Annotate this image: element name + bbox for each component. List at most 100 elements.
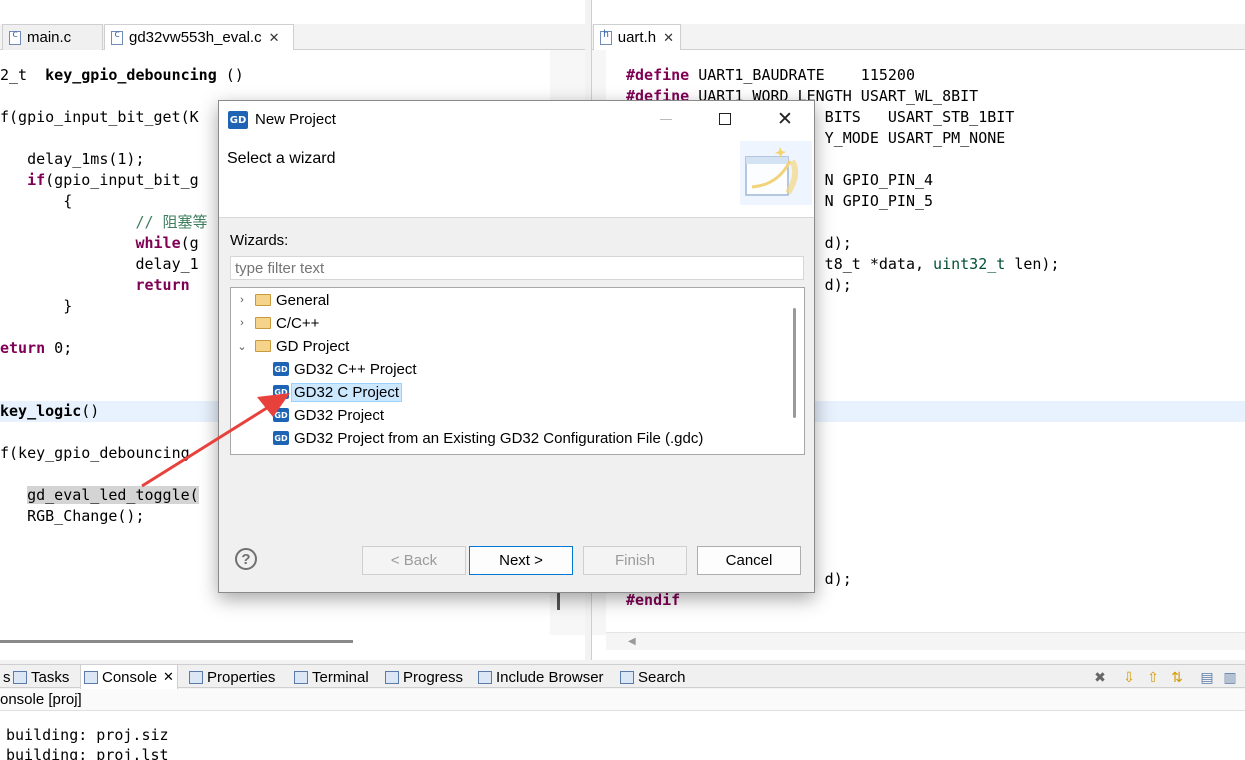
code-line: 2_t key_gpio_debouncing () — [0, 66, 244, 84]
tab-progress[interactable]: Progress — [382, 665, 466, 689]
properties-icon — [189, 670, 203, 684]
dialog-title: New Project — [255, 111, 336, 128]
tree-item-label: GD32 Project from an Existing GD32 Confi… — [294, 429, 704, 447]
tasks-icon — [13, 670, 27, 684]
search-icon — [620, 670, 634, 684]
tab-terminal[interactable]: Terminal — [291, 665, 372, 689]
tab-label: Console — [102, 668, 158, 686]
c-file-icon — [9, 29, 21, 45]
tab-properties[interactable]: Properties — [186, 665, 278, 689]
code-line: #endif — [626, 591, 681, 609]
tab-label: Terminal — [312, 668, 369, 686]
tree-item[interactable]: GD GD32 C++ Project — [273, 358, 417, 380]
left-scroll-thumb[interactable] — [557, 592, 560, 610]
console-title: onsole [proj] — [0, 689, 1245, 711]
console-output[interactable]: building: proj.siz building: proj.lst — [0, 711, 1245, 760]
finish-button[interactable]: Finish — [583, 546, 687, 575]
back-button[interactable]: < Back — [362, 546, 466, 575]
dialog-header-title: Select a wizard — [227, 150, 336, 167]
new-wizard-icon — [740, 141, 812, 205]
left-editor-tabbar: main.c gd32vw553h_eval.c ✕ — [0, 24, 585, 50]
tab-include-browser[interactable]: Include Browser — [475, 665, 607, 689]
code-line: key_logic() — [0, 402, 100, 420]
new-project-dialog: GD New Project ✕ Select a wizard Wizards… — [218, 100, 815, 593]
expand-right-icon[interactable]: › — [237, 317, 247, 329]
scroll-lock-icon[interactable]: ⇅ — [1169, 669, 1185, 685]
include-browser-icon — [478, 670, 492, 684]
gd-logo-icon: GD — [273, 362, 289, 376]
close-tab-icon[interactable]: ✕ — [269, 30, 280, 46]
maximize-icon[interactable] — [719, 113, 731, 125]
code-line: f(gpio_input_bit_get(K — [0, 108, 199, 126]
close-tab-icon[interactable]: ✕ — [163, 669, 174, 685]
tab-label: Include Browser — [496, 668, 604, 686]
folder-icon — [255, 340, 271, 352]
tab-uart-h[interactable]: uart.h ✕ — [593, 24, 681, 50]
expand-down-icon[interactable]: ⌄ — [237, 340, 247, 353]
tab-label: Search — [638, 668, 686, 686]
gd-logo-icon: GD — [273, 431, 289, 445]
h-file-icon — [600, 29, 612, 45]
tree-item-label: GD32 C Project — [291, 382, 403, 402]
close-tab-icon[interactable]: ✕ — [663, 30, 674, 46]
tab-search[interactable]: Search — [617, 665, 689, 689]
tree-item[interactable]: ⌄ GD Project — [237, 335, 349, 357]
tree-item[interactable]: › C/C++ — [237, 312, 319, 334]
code-line: delay_1 — [0, 255, 199, 273]
close-icon[interactable]: ✕ — [777, 108, 793, 131]
terminal-icon — [294, 670, 308, 684]
wizard-tree[interactable]: › General › C/C++ ⌄ GD Project GD GD32 C++ Proj… — [230, 287, 805, 455]
dialog-header: Select a wizard — [219, 139, 814, 218]
progress-icon — [385, 670, 399, 684]
tree-item-label: GD32 C++ Project — [294, 360, 417, 378]
gd-logo-icon: GD — [273, 385, 289, 399]
next-button[interactable]: Next > — [469, 546, 573, 575]
display-console-icon[interactable]: ▥ — [1222, 669, 1238, 685]
right-scrollbar-h[interactable] — [606, 632, 1245, 650]
cancel-button[interactable]: Cancel — [697, 546, 801, 575]
code-line: #define UART1_BAUDRATE 115200 — [626, 66, 915, 84]
code-line: delay_1ms(1); — [0, 150, 145, 168]
tree-item[interactable]: GD GD32 Project from an Existing GD32 Con… — [273, 427, 703, 449]
scroll-up-icon[interactable]: ⇧ — [1145, 669, 1161, 685]
bottom-view-tabbar: s Tasks Console ✕ Properties Terminal Progress… — [0, 664, 1245, 689]
tree-item-selected[interactable]: GD GD32 C Project — [273, 381, 403, 403]
tab-main-c[interactable]: main.c — [2, 24, 103, 50]
gd-logo-icon: GD — [273, 408, 289, 422]
code-line: } — [0, 297, 73, 315]
remove-launch-icon[interactable]: ✖ — [1092, 669, 1108, 685]
code-line: RGB_Change(); — [0, 507, 145, 525]
pin-console-icon[interactable]: ▤ — [1199, 669, 1215, 685]
right-editor-tabbar: uart.h ✕ — [592, 24, 1245, 50]
code-line: f(key_gpio_debouncing — [0, 444, 190, 462]
tab-console[interactable]: Console ✕ — [80, 665, 178, 689]
console-line: building: proj.lst — [6, 746, 169, 760]
gd-logo-icon: GD — [228, 111, 248, 129]
console-icon — [84, 670, 98, 684]
scroll-left-icon[interactable]: ◀ — [628, 636, 636, 647]
tree-item[interactable]: › General — [237, 289, 329, 311]
help-icon[interactable]: ? — [235, 548, 257, 570]
console-line: building: proj.siz — [6, 726, 169, 744]
tab-tasks[interactable]: Tasks — [10, 665, 72, 689]
scroll-down-icon[interactable]: ⇩ — [1121, 669, 1137, 685]
tree-scrollbar[interactable] — [793, 308, 796, 418]
wizards-label: Wizards: — [230, 232, 289, 249]
tree-item[interactable]: GD GD32 Project — [273, 404, 384, 426]
tab-label: Progress — [403, 668, 464, 686]
wizard-filter-input[interactable] — [230, 256, 804, 280]
left-code-area[interactable]: 2_t key_gpio_debouncing () f(gpio_input_… — [0, 65, 244, 527]
folder-icon — [255, 317, 271, 329]
code-line: if(gpio_input_bit_g — [27, 171, 199, 189]
dialog-titlebar[interactable]: GD New Project ✕ — [219, 101, 814, 139]
left-scrollbar-h[interactable] — [0, 640, 353, 643]
tab-gd32vw553h-eval-c[interactable]: gd32vw553h_eval.c ✕ — [104, 24, 294, 50]
expand-right-icon[interactable]: › — [237, 294, 247, 306]
minimize-icon[interactable] — [660, 119, 672, 120]
